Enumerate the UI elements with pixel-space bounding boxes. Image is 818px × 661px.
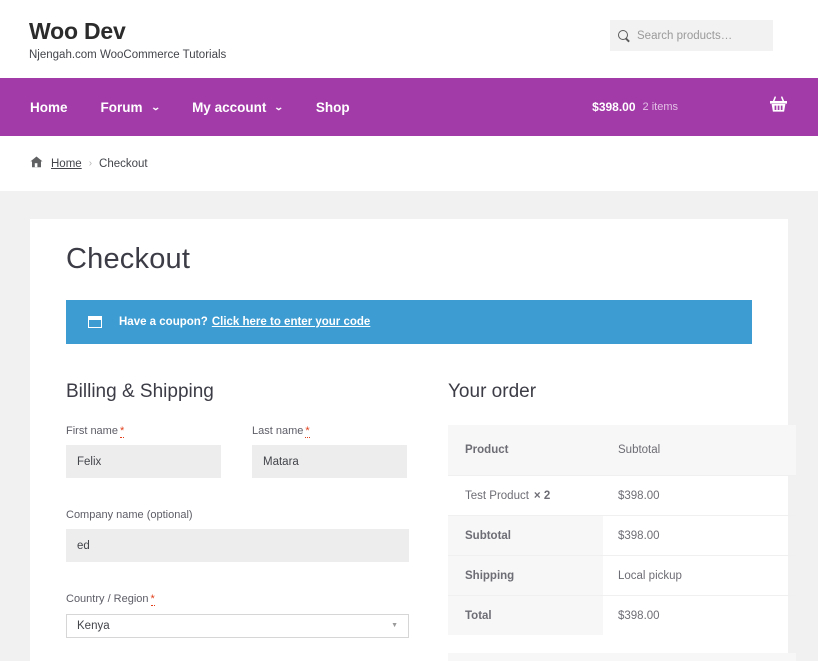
nav-item-my-account[interactable]: My account ⌄ [192,99,285,115]
search-input[interactable]: Search products… [610,20,773,51]
first-name-field: First name * Felix [66,425,221,479]
cart-item-count: 2 items [642,101,678,113]
nav-item-label: My account [192,99,267,115]
nav-item-label: Shop [315,99,350,115]
breadcrumb-current: Checkout [99,157,148,170]
payment-method-direct-bank-transfer[interactable]: Direct bank transfer [448,653,796,661]
site-branding[interactable]: Woo Dev Njengah.com WooCommerce Tutorial… [29,18,227,63]
order-col-subtotal: Subtotal [618,444,661,456]
order-table-header: Product Subtotal [448,425,796,475]
order-line-item-amount: $398.00 [618,489,660,502]
order-shipping-value: Local pickup [618,569,682,582]
company-name-input[interactable]: ed [66,529,409,563]
coupon-notice[interactable]: Have a coupon? Click here to enter your … [66,300,752,344]
order-line-item-name-cell: Test Product × 2 [448,476,603,515]
required-marker: * [119,425,125,438]
nav-item-label: Home [30,99,68,115]
billing-column: Billing & Shipping First name * Felix Las… [66,382,416,661]
nav-item-label: Forum [100,99,143,115]
coupon-toggle-link[interactable]: Click here to enter your code [212,316,371,328]
order-subtotal-value: $398.00 [618,529,660,542]
search-placeholder: Search products… [637,29,733,42]
order-subtotal-label: Subtotal [448,516,603,555]
home-icon [30,155,43,173]
order-total-row-shipping: Shipping Local pickup [448,555,796,595]
billing-section-title: Billing & Shipping [66,381,214,402]
last-name-label-text: Last name [252,425,304,437]
company-name-field: Company name (optional) ed [66,509,409,563]
cart-total-amount: $398.00 [592,100,636,114]
order-shipping-label: Shipping [448,556,603,595]
site-tagline: Njengah.com WooCommerce Tutorials [29,49,227,62]
name-field-row: First name * Felix Last name * Matara [66,425,416,494]
shopping-basket-icon[interactable] [769,96,788,118]
checkout-columns: Billing & Shipping First name * Felix Las… [66,382,796,661]
company-name-label: Company name (optional) [66,509,193,522]
order-total-row-subtotal: Subtotal $398.00 [448,515,796,555]
required-marker: * [305,425,310,438]
coupon-window-icon [88,316,102,328]
last-name-input[interactable]: Matara [252,445,407,479]
main-navigation: Home Forum ⌄ My account ⌄ Shop $398.00 2… [0,78,818,136]
order-line-item-qty: × 2 [533,489,551,502]
required-marker: * [150,593,155,607]
coupon-notice-text: Have a coupon? [119,316,208,328]
order-section-title: Your order [448,381,537,402]
first-name-label-text: First name [66,425,118,437]
cart-summary[interactable]: $398.00 2 items [592,78,788,136]
breadcrumb-separator: › [88,158,93,169]
first-name-input[interactable]: Felix [66,445,221,479]
checkout-content-card: Checkout Have a coupon? Click here to en… [30,219,796,661]
order-total-row-total: Total $398.00 [448,595,796,635]
country-region-value: Kenya [77,619,110,632]
order-line-item-name: Test Product [465,489,529,502]
order-line-item: Test Product × 2 $398.00 [448,475,796,515]
country-region-label-text: Country / Region [66,593,149,606]
first-name-label: First name * [66,425,221,438]
page-title: Checkout [66,243,191,275]
country-region-label: Country / Region * [66,593,409,607]
order-col-product: Product [465,444,509,456]
nav-item-shop[interactable]: Shop [316,100,350,115]
search-icon [618,29,630,42]
last-name-label: Last name * [252,425,407,438]
site-header: Woo Dev Njengah.com WooCommerce Tutorial… [0,0,818,78]
nav-item-forum[interactable]: Forum ⌄ [100,99,161,115]
last-name-field: Last name * Matara [252,425,407,479]
chevron-down-icon: ⌄ [150,101,161,112]
country-region-field: Country / Region * Kenya ▼ [66,593,409,638]
chevron-down-icon: ▼ [391,622,398,630]
order-total-label: Total [448,596,603,635]
chevron-down-icon: ⌄ [274,101,285,112]
order-total-value: $398.00 [618,609,660,622]
order-column: Your order Product Subtotal Test Product… [448,382,796,661]
page-background: Checkout Have a coupon? Click here to en… [0,191,818,661]
breadcrumb: Home › Checkout [0,136,818,191]
nav-links: Home Forum ⌄ My account ⌄ Shop [30,100,383,115]
nav-item-home[interactable]: Home [30,100,68,115]
breadcrumb-link-home[interactable]: Home [51,158,82,170]
site-title: Woo Dev [29,18,126,44]
country-region-select[interactable]: Kenya ▼ [66,613,409,638]
order-review-table: Product Subtotal Test Product × 2 $398.0… [448,425,796,635]
